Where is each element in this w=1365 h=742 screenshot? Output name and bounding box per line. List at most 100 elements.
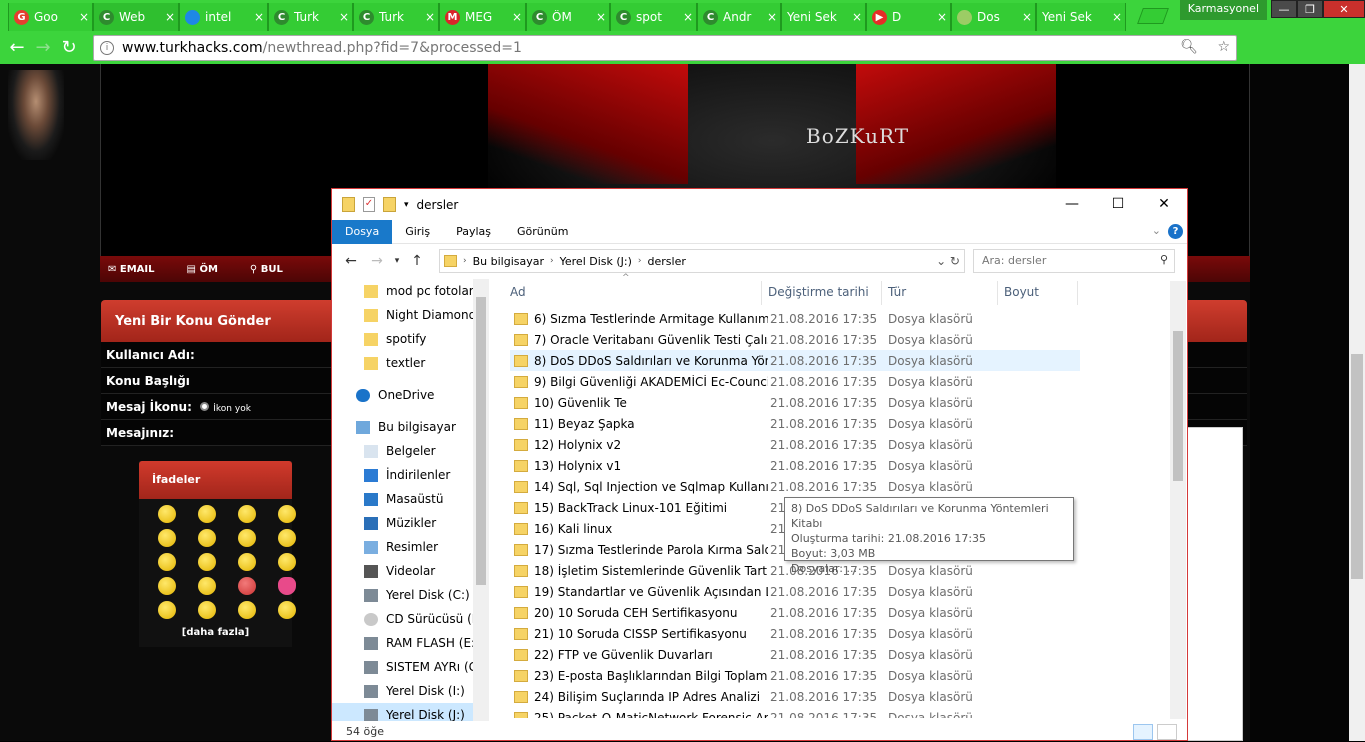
smiley-icon[interactable]	[278, 529, 296, 547]
file-row[interactable]: 6) Sızma Testlerinde Armitage Kullanımı 2…	[510, 308, 1018, 329]
smiley-icon[interactable]	[278, 553, 296, 571]
tab-close-icon[interactable]: ×	[251, 10, 267, 24]
new-folder-icon[interactable]	[383, 197, 396, 212]
browser-tab[interactable]: C Andr ×	[697, 3, 781, 31]
forward-icon[interactable]: →	[364, 253, 390, 269]
maximize-button[interactable]: ☐	[1095, 189, 1141, 220]
breadcrumb-drive[interactable]: Yerel Disk (J:)	[560, 255, 632, 268]
tab-close-icon[interactable]: ×	[509, 10, 525, 24]
close-button[interactable]: ✕	[1323, 0, 1365, 18]
search-input[interactable]: Ara: dersler ⚲	[973, 249, 1175, 273]
recent-locations-icon[interactable]: ▾	[390, 256, 404, 266]
expand-ribbon-icon[interactable]: ⌄	[1152, 224, 1161, 237]
smiley-icon[interactable]	[198, 505, 216, 523]
up-icon[interactable]: ↑	[404, 253, 430, 269]
file-row[interactable]: 24) Bilişim Suçlarında IP Adres Analizi 2…	[510, 686, 1018, 707]
column-name[interactable]: Ad ^	[504, 273, 762, 305]
smiley-icon[interactable]	[158, 577, 176, 595]
details-view-icon[interactable]	[1133, 724, 1153, 740]
breadcrumb[interactable]: › Bu bilgisayar › Yerel Disk (J:) › ders…	[439, 249, 965, 273]
properties-icon[interactable]: ✓	[363, 197, 375, 212]
profile-label[interactable]: Karmasyonel	[1179, 0, 1267, 20]
nav-item[interactable]: CD Sürücüsü (D:	[364, 607, 485, 631]
browser-tab[interactable]: C Web ×	[93, 3, 179, 31]
tab-view[interactable]: Görünüm	[504, 220, 581, 244]
minimize-button[interactable]: —	[1049, 189, 1095, 220]
smiley-icon[interactable]	[198, 577, 216, 595]
smiley-icon[interactable]	[198, 529, 216, 547]
page-info-icon[interactable]: i	[100, 41, 114, 55]
forward-icon[interactable]: →	[30, 37, 56, 58]
minimize-button[interactable]: —	[1271, 0, 1297, 18]
file-row[interactable]: 9) Bilgi Güvenliği AKADEMİCİ Ec-Council.…	[510, 371, 1018, 392]
nav-item[interactable]: Night Diamond	[364, 303, 476, 327]
tab-share[interactable]: Paylaş	[443, 220, 504, 244]
smiley-icon[interactable]	[158, 601, 176, 619]
nav-item[interactable]: Yerel Disk (C:)	[364, 583, 470, 607]
file-row[interactable]: 22) FTP ve Güvenlik Duvarları 21.08.2016 …	[510, 644, 1018, 665]
nav-item[interactable]: Videolar	[364, 559, 435, 583]
smiley-icon[interactable]	[238, 505, 256, 523]
file-row[interactable]: 14) Sql, Sql Injection ve Sqlmap Kullanı…	[510, 476, 1018, 497]
smiley-icon[interactable]	[278, 505, 296, 523]
nav-item[interactable]: Masaüstü	[364, 487, 443, 511]
file-row[interactable]: 10) Güvenlik Te 21.08.2016 17:35 Dosya kla…	[510, 392, 1018, 413]
browser-tab[interactable]: Cspot ×	[610, 3, 697, 31]
tab-close-icon[interactable]: ×	[1019, 10, 1035, 24]
browser-tab[interactable]: intel ×	[179, 3, 268, 31]
nav-item[interactable]: Yerel Disk (J:)	[332, 703, 475, 721]
chevron-down-icon[interactable]: ▾	[404, 200, 409, 210]
smiley-icon[interactable]	[238, 577, 256, 595]
tab-close-icon[interactable]: ×	[336, 10, 352, 24]
smiley-icon[interactable]	[158, 529, 176, 547]
browser-tab[interactable]: Yeni Sek ×	[1036, 3, 1126, 31]
more-smilies-link[interactable]: [daha fazla]	[139, 627, 292, 638]
file-row[interactable]: 13) Holynix v1 21.08.2016 17:35 Dosya klas…	[510, 455, 1018, 476]
tab-file[interactable]: Dosya	[332, 219, 393, 244]
file-row[interactable]: 25) Packet-O-MaticNetwork Forensic Aracı…	[510, 707, 1018, 718]
menu-email[interactable]: ✉ EMAIL	[108, 264, 171, 275]
browser-tab[interactable]: C ÖM ×	[526, 3, 610, 31]
message-editor[interactable]	[1187, 427, 1243, 741]
browser-tab[interactable]: M MEG ×	[439, 3, 526, 31]
column-size[interactable]: Boyut	[998, 281, 1078, 305]
file-row[interactable]: 8) DoS DDoS Saldırıları ve Korunma Yönte…	[510, 350, 1080, 371]
menu-search[interactable]: ⚲ BUL	[250, 264, 299, 275]
column-type[interactable]: Tür	[882, 281, 998, 305]
nav-item[interactable]: mod pc fotolar	[364, 279, 474, 303]
breadcrumb-computer[interactable]: Bu bilgisayar	[473, 255, 544, 268]
chevron-right-icon[interactable]: ›	[550, 256, 554, 266]
back-icon[interactable]: ←	[4, 37, 30, 58]
browser-tab[interactable]: Yeni Sek ×	[781, 3, 866, 31]
browser-tab[interactable]: Dos ×	[951, 3, 1036, 31]
tab-close-icon[interactable]: ×	[593, 10, 609, 24]
refresh-icon[interactable]: ⌄ ↻	[936, 254, 960, 268]
zoom-icon[interactable]: 🔍︎	[1180, 39, 1198, 55]
tab-close-icon[interactable]: ×	[1109, 10, 1125, 24]
nav-item[interactable]: Bu bilgisayar	[356, 415, 456, 439]
smiley-icon[interactable]	[198, 601, 216, 619]
tab-close-icon[interactable]: ×	[934, 10, 950, 24]
nav-item[interactable]: Müzikler	[364, 511, 436, 535]
icon-radio[interactable]	[200, 402, 210, 411]
file-row[interactable]: 11) Beyaz Şapka 21.08.2016 17:35 Dosya kla…	[510, 413, 1018, 434]
file-row[interactable]: 12) Holynix v2 21.08.2016 17:35 Dosya klas…	[510, 434, 1018, 455]
new-tab-button[interactable]	[1137, 8, 1169, 24]
tab-close-icon[interactable]: ×	[849, 10, 865, 24]
browser-tab[interactable]: C Turk ×	[353, 3, 439, 31]
file-row[interactable]: 7) Oracle Veritabanı Güvenlik Testi Çalı…	[510, 329, 1018, 350]
close-button[interactable]: ✕	[1141, 189, 1187, 220]
tab-close-icon[interactable]: ×	[680, 10, 696, 24]
nav-item[interactable]: Resimler	[364, 535, 438, 559]
nav-item[interactable]: RAM FLASH (E:)	[364, 631, 480, 655]
file-row[interactable]: 20) 10 Soruda CEH Sertifikasyonu 21.08.20…	[510, 602, 1018, 623]
smiley-icon[interactable]	[158, 505, 176, 523]
back-icon[interactable]: ←	[338, 253, 364, 269]
help-icon[interactable]: ?	[1168, 224, 1183, 239]
reload-icon[interactable]: ↻	[56, 37, 82, 58]
smiley-icon[interactable]	[278, 577, 296, 595]
page-scrollbar[interactable]	[1349, 64, 1365, 741]
column-date[interactable]: Değiştirme tarihi	[762, 281, 882, 305]
nav-item[interactable]: SISTEM AYRı (G:)	[364, 655, 487, 679]
menu-pm[interactable]: ▤ ÖM	[187, 264, 234, 275]
